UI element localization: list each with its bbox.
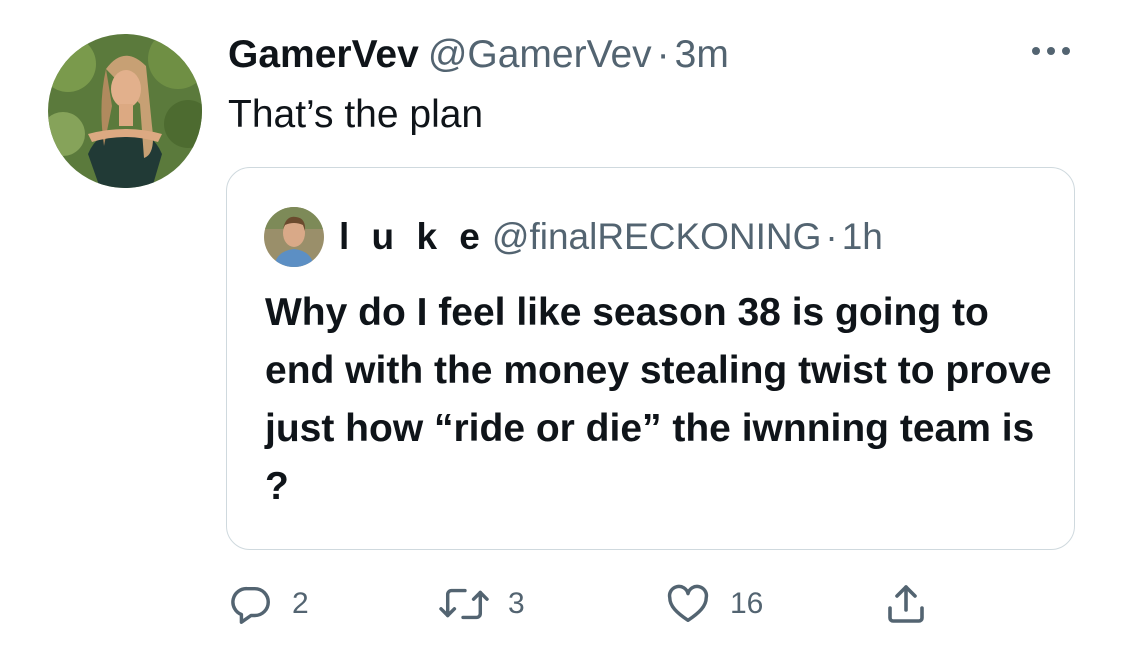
reply-button[interactable]: 2 xyxy=(228,574,309,634)
author-avatar-image xyxy=(48,34,202,188)
quoted-header-separator: · xyxy=(825,216,838,257)
author-handle[interactable]: @GamerVev xyxy=(428,33,652,76)
quoted-author-avatar[interactable] xyxy=(264,207,324,267)
like-count: 16 xyxy=(730,587,764,620)
retweet-button[interactable]: 3 xyxy=(438,574,525,634)
retweet-icon xyxy=(438,581,490,627)
quoted-author-avatar-image xyxy=(264,207,324,267)
heart-icon xyxy=(664,581,712,627)
header-separator: · xyxy=(656,33,670,76)
quoted-tweet-text: Why do I feel like season 38 is going to… xyxy=(265,291,1052,508)
like-button[interactable]: 16 xyxy=(664,574,763,634)
reply-count: 2 xyxy=(292,587,309,620)
reply-icon xyxy=(228,581,274,627)
more-options-button[interactable] xyxy=(1026,36,1076,66)
author-display-name[interactable]: GamerVev xyxy=(228,33,419,76)
quoted-author-display-name[interactable]: l u k e xyxy=(339,216,486,257)
tweet-text: That’s the plan xyxy=(228,93,484,136)
share-icon xyxy=(882,580,930,628)
tweet-action-bar: 2 3 16 xyxy=(228,574,948,634)
author-avatar[interactable] xyxy=(48,34,202,188)
share-button[interactable] xyxy=(882,574,930,634)
quoted-tweet[interactable]: l u k e @finalRECKONING · 1h Why do I feel … xyxy=(226,167,1075,550)
tweet-timestamp[interactable]: 3m xyxy=(675,33,729,76)
quoted-tweet-header: l u k e @finalRECKONING · 1h xyxy=(339,212,883,262)
retweet-count: 3 xyxy=(508,587,525,620)
quoted-author-handle[interactable]: @finalRECKONING xyxy=(492,216,822,257)
tweet: GamerVev @GamerVev · 3m That’s the plan l u… xyxy=(0,0,1125,664)
more-horizontal-icon xyxy=(1032,47,1070,55)
quoted-tweet-timestamp[interactable]: 1h xyxy=(842,216,883,257)
tweet-header: GamerVev @GamerVev · 3m xyxy=(228,30,729,80)
